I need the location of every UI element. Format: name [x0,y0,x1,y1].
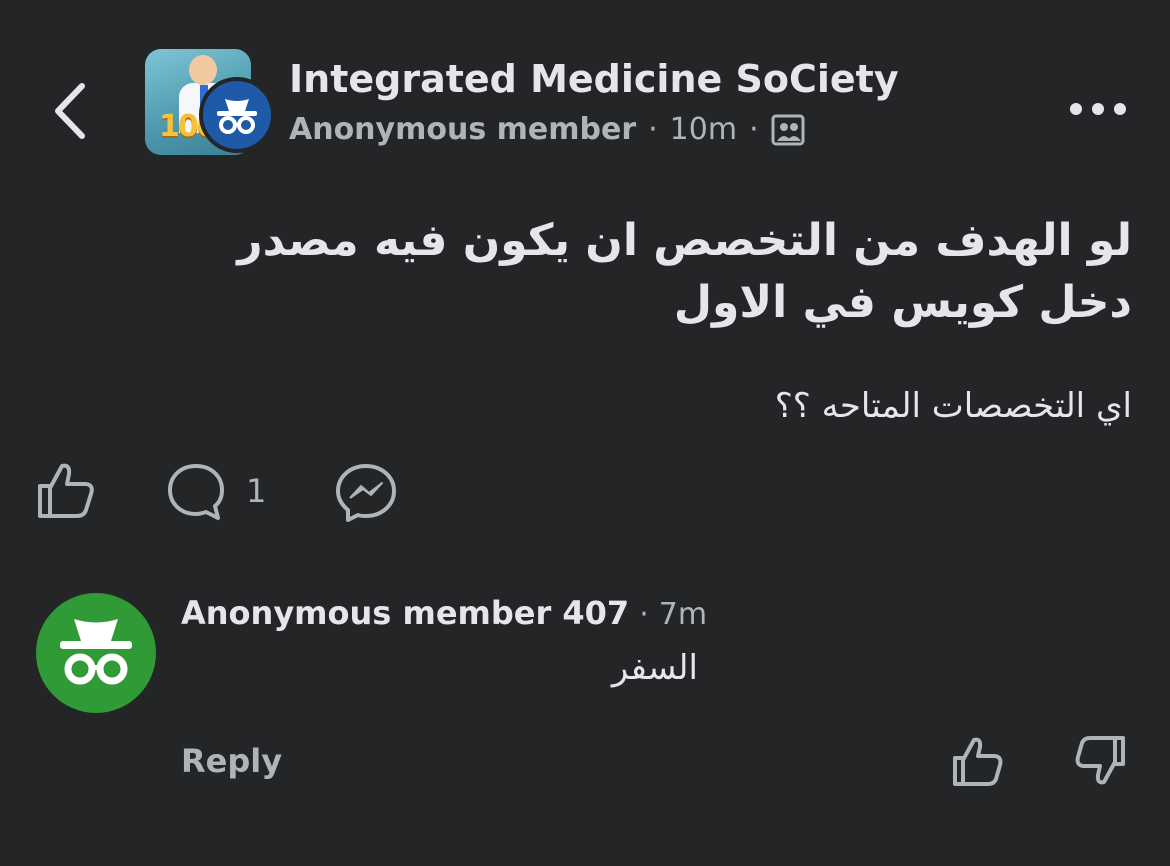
group-members-icon [771,114,805,145]
chevron-left-icon [55,83,85,139]
comment-author[interactable]: Anonymous member 407 [181,594,629,632]
post-title: لو الهدف من التخصص ان يكون فيه مصدر دخل … [237,215,1132,328]
post-body: اي التخصصات المتاحه ؟؟ [774,386,1132,426]
comment-time[interactable]: 7m [659,597,707,632]
meta-separator: · [648,112,658,147]
reply-button[interactable]: Reply [181,742,282,780]
comment-icon [168,464,224,520]
commenter-avatar[interactable] [36,593,156,713]
comment-button[interactable]: 1 [166,462,286,522]
post-author[interactable]: Anonymous member [289,112,636,147]
group-name[interactable]: Integrated Medicine SoCiety [289,57,899,101]
thumbs-up-icon [953,737,1003,786]
like-button[interactable] [34,458,98,522]
thumbs-down-icon [1075,736,1125,785]
more-horizontal-icon [1070,103,1126,115]
like-icon [38,463,94,518]
anonymous-avatar [199,77,275,153]
post-time[interactable]: 10m [670,112,737,147]
meta-separator-2: · [749,112,759,147]
post-meta: Anonymous member · 10m · [289,112,805,147]
send-message-button[interactable] [334,462,398,522]
messenger-icon [336,464,396,522]
comment-count: 1 [246,472,267,510]
more-options-button[interactable] [1066,96,1130,122]
comment-downvote-button[interactable] [1072,734,1128,788]
incognito-icon [60,619,132,685]
comment-separator: · [639,597,649,632]
incognito-icon [217,99,257,134]
comment-header: Anonymous member 407 · 7m [181,594,707,632]
back-button[interactable] [40,76,100,146]
comment-text: السفر [611,648,698,688]
comment-upvote-button[interactable] [950,734,1006,788]
